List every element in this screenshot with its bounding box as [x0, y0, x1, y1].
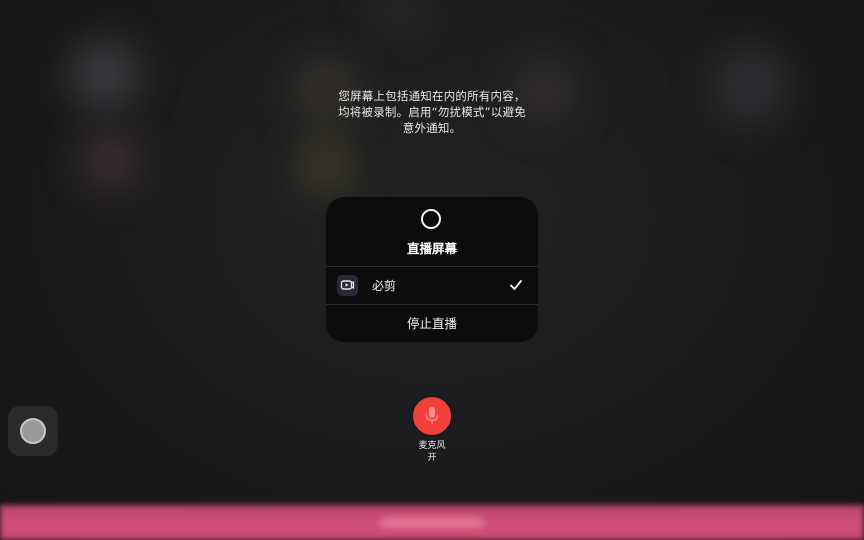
blurred-app-icon — [370, 0, 430, 30]
assistive-touch-button[interactable] — [8, 406, 58, 456]
home-indicator — [380, 518, 484, 528]
blurred-app-icon — [70, 40, 140, 110]
microphone-label-state: 开 — [427, 453, 437, 463]
microphone-label-title: 麦克风 — [418, 441, 446, 451]
assistive-touch-icon — [20, 418, 46, 444]
app-name: 必剪 — [372, 279, 397, 293]
checkmark-icon — [510, 280, 522, 290]
microphone-label: 麦克风 开 — [392, 440, 472, 464]
record-icon — [421, 209, 441, 229]
notice-line: 您屏幕上包括通知在内的所有内容， — [338, 89, 526, 103]
microphone-icon — [425, 407, 439, 424]
blurred-app-icon — [80, 130, 140, 190]
microphone-toggle-button[interactable] — [413, 397, 451, 435]
broadcast-panel: 直播屏幕 必剪 停止直播 — [326, 197, 538, 342]
blurred-app-icon — [710, 45, 790, 125]
notice-line: 意外通知。 — [402, 121, 462, 135]
stop-broadcast-button[interactable]: 停止直播 — [326, 305, 538, 342]
screen-recording-overlay: 您屏幕上包括通知在内的所有内容， 均将被录制。启用“勿扰模式”以避免 意外通知。… — [0, 0, 864, 540]
panel-title: 直播屏幕 — [406, 241, 457, 256]
broadcast-app-option[interactable]: 必剪 — [326, 267, 538, 304]
blurred-app-icon — [295, 135, 355, 195]
recording-notice: 您屏幕上包括通知在内的所有内容， 均将被录制。启用“勿扰模式”以避免 意外通知。 — [300, 88, 564, 136]
bijian-app-icon — [337, 275, 358, 296]
notice-line: 均将被录制。启用“勿扰模式”以避免 — [338, 105, 526, 119]
